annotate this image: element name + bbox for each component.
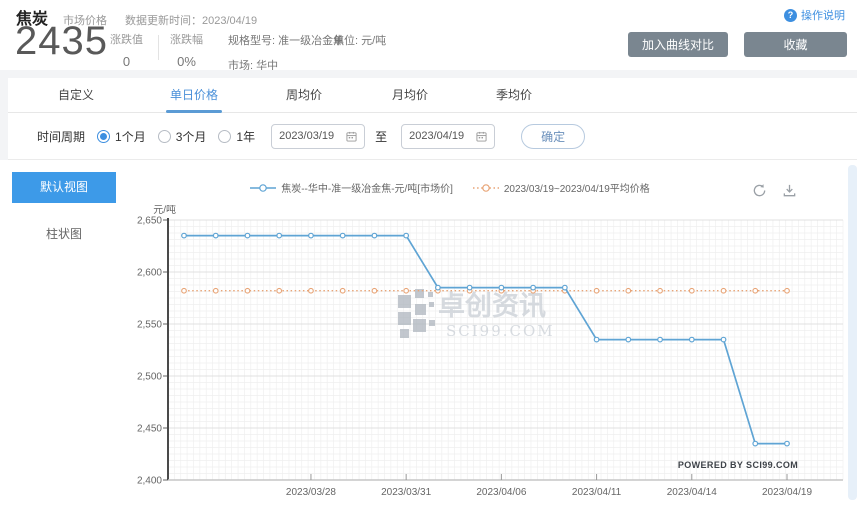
price-line-chart[interactable]: 2,650 2,600 2,550 2,500 2,450 2,400 元/吨 2023/03… <box>130 205 847 505</box>
header: 焦炭 市场价格 数据更新时间：2023/04/19 ? 操作说明 2435 涨跌… <box>0 0 857 70</box>
radio-3-months-label: 3个月 <box>176 128 207 145</box>
content: 默认视图 柱状图 焦炭--华中-准一级冶金焦-元/吨[市场价] 2023/03/… <box>0 160 857 513</box>
svg-text:2,650: 2,650 <box>137 216 162 227</box>
end-date-value: 2023/04/19 <box>409 130 464 142</box>
start-date-input[interactable]: 2023/03/19 <box>271 124 365 149</box>
legend-label-market-price: 焦炭--华中-准一级冶金焦-元/吨[市场价] <box>281 180 453 195</box>
help-link[interactable]: ? 操作说明 <box>784 7 845 23</box>
period-label: 时间周期 <box>37 128 85 145</box>
end-date-input[interactable]: 2023/04/19 <box>401 124 495 149</box>
confirm-button[interactable]: 确定 <box>521 124 585 149</box>
calendar-icon <box>476 131 487 142</box>
spec-label: 规格型号: 准一级冶金焦 <box>228 32 344 48</box>
sidebar-item-bar-chart[interactable]: 柱状图 <box>12 222 116 246</box>
radio-1-month-label: 1个月 <box>115 128 146 145</box>
svg-text:2023/04/19: 2023/04/19 <box>762 487 812 498</box>
help-label: 操作说明 <box>801 7 845 23</box>
legend-line-marker <box>250 183 276 193</box>
svg-text:2023/04/06: 2023/04/06 <box>476 487 526 498</box>
question-icon: ? <box>784 9 797 22</box>
range-separator: 至 <box>375 128 387 145</box>
radio-icon <box>97 130 110 143</box>
legend-series-average[interactable]: 2023/03/19~2023/04/19平均价格 <box>473 180 650 195</box>
change-pct-label: 涨跌幅 <box>170 31 203 47</box>
vertical-divider <box>158 35 159 60</box>
view-sidebar: 默认视图 柱状图 <box>0 160 130 513</box>
sidebar-item-default-view[interactable]: 默认视图 <box>12 172 116 203</box>
svg-text:2,450: 2,450 <box>137 424 162 435</box>
change-value: 0 <box>110 54 143 69</box>
svg-text:2023/03/28: 2023/03/28 <box>286 487 336 498</box>
svg-text:POWERED BY SCI99.COM: POWERED BY SCI99.COM <box>678 460 798 470</box>
radio-1-month[interactable]: 1个月 <box>97 128 146 145</box>
radio-1-year-label: 1年 <box>236 128 255 145</box>
add-compare-button[interactable]: 加入曲线对比 <box>628 32 728 57</box>
change-pct-block: 涨跌幅 0% <box>170 31 203 69</box>
radio-icon <box>218 130 231 143</box>
chart-legend: 焦炭--华中-准一级冶金焦-元/吨[市场价] 2023/03/19~2023/0… <box>130 180 770 195</box>
page: 焦炭 市场价格 数据更新时间：2023/04/19 ? 操作说明 2435 涨跌… <box>0 0 857 513</box>
chart-panel: 焦炭--华中-准一级冶金焦-元/吨[市场价] 2023/03/19~2023/0… <box>130 160 847 513</box>
legend-series-market-price[interactable]: 焦炭--华中-准一级冶金焦-元/吨[市场价] <box>250 180 453 195</box>
tab-monthly-avg[interactable]: 月均价 <box>386 78 434 113</box>
calendar-icon <box>346 131 357 142</box>
scrollbar-strip <box>848 165 857 500</box>
section-gap <box>0 70 857 78</box>
update-time-value: 2023/04/19 <box>202 15 257 27</box>
svg-text:2023/04/11: 2023/04/11 <box>572 487 622 498</box>
update-time-label: 数据更新时间： <box>125 15 202 27</box>
svg-text:2023/04/14: 2023/04/14 <box>667 487 717 498</box>
change-pct: 0% <box>170 54 203 69</box>
radio-icon <box>158 130 171 143</box>
svg-text:2023/03/31: 2023/03/31 <box>381 487 431 498</box>
svg-text:2,400: 2,400 <box>137 476 162 487</box>
svg-text:2,600: 2,600 <box>137 268 162 279</box>
download-icon[interactable] <box>782 183 797 203</box>
legend-label-average: 2023/03/19~2023/04/19平均价格 <box>504 180 650 195</box>
start-date-value: 2023/03/19 <box>279 130 334 142</box>
change-value-block: 涨跌值 0 <box>110 31 143 69</box>
tab-custom[interactable]: 自定义 <box>52 78 100 113</box>
radio-1-year[interactable]: 1年 <box>218 128 255 145</box>
radio-3-months[interactable]: 3个月 <box>158 128 207 145</box>
svg-text:2,500: 2,500 <box>137 372 162 383</box>
current-price: 2435 <box>15 21 108 61</box>
svg-text:卓创资讯: 卓创资讯 <box>438 291 546 321</box>
unit-label: 单位: 元/吨 <box>333 32 386 48</box>
refresh-icon[interactable] <box>752 183 767 203</box>
favorite-button[interactable]: 收藏 <box>744 32 847 57</box>
legend-dotted-marker <box>473 183 499 193</box>
svg-text:SCI99.COM: SCI99.COM <box>446 322 555 340</box>
filter-bar: 时间周期 1个月 3个月 1年 2023/03/19 至 2023/04/19 … <box>8 113 857 160</box>
tab-quarterly-avg[interactable]: 季均价 <box>490 78 538 113</box>
change-value-label: 涨跌值 <box>110 31 143 47</box>
tab-weekly-avg[interactable]: 周均价 <box>280 78 328 113</box>
tab-daily-price[interactable]: 单日价格 <box>164 78 224 113</box>
spec-block: 规格型号: 准一级冶金焦 市场: 华中 <box>228 32 344 73</box>
svg-text:2,550: 2,550 <box>137 320 162 331</box>
svg-text:元/吨: 元/吨 <box>153 205 176 216</box>
update-time: 数据更新时间：2023/04/19 <box>125 12 257 28</box>
tab-bar: 自定义 单日价格 周均价 月均价 季均价 <box>8 78 857 113</box>
